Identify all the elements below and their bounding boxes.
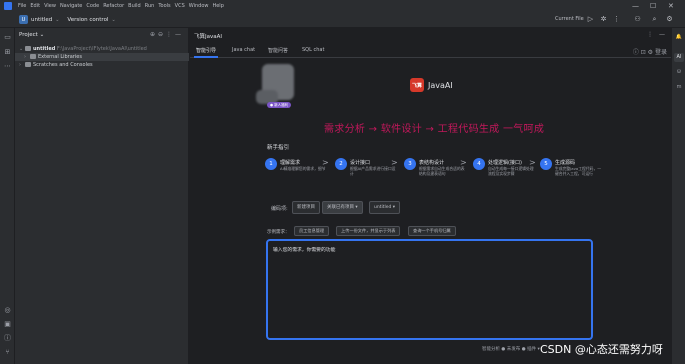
slogan: 需求分析 → 软件设计 → 工程代码生成 一气呵成 — [324, 124, 545, 135]
tab-qa[interactable]: 智能问答 — [268, 47, 288, 54]
menu-help[interactable]: Help — [212, 3, 223, 9]
menu-view[interactable]: View — [44, 3, 56, 9]
menu-bar: File Edit View Navigate Code Refactor Bu… — [0, 0, 685, 12]
plugin-footer-status[interactable]: 智能分析 ● 未发布 ● 插件 ▾ — [482, 346, 540, 352]
right-tool-strip: 🔔 AI ⛁ m — [671, 28, 685, 364]
project-badge[interactable]: U — [19, 15, 28, 24]
project-panel-title[interactable]: Project ⌄ — [19, 32, 44, 38]
menu-navigate[interactable]: Navigate — [60, 3, 82, 9]
step-desc: 生成完整Java工程代码，一键合并入工程，可运行 — [555, 166, 601, 176]
new-project-option[interactable]: 新建项目 — [292, 201, 320, 214]
example-chip[interactable]: 上传一份文件，并显示于列表 — [336, 226, 401, 236]
example-chip[interactable]: 员工信息管理 — [294, 226, 330, 236]
step-desc: AI精准理解您的需求，细节 — [280, 166, 326, 171]
step-desc: 根据需求自动生成合适的表结构及建表语句 — [419, 166, 465, 176]
version-control[interactable]: Version control — [67, 17, 108, 23]
csdn-watermark: CSDN @心态还需努力呀 — [540, 343, 663, 356]
project-panel: Project ⌄ ⊕⊖⋮— ⌄ untitled F:\JavaProject\… — [15, 28, 189, 364]
menu-window[interactable]: Window — [189, 3, 209, 9]
run-config-selector[interactable]: Current File — [555, 16, 584, 22]
notifications-icon[interactable]: 🔔 — [674, 33, 684, 42]
search-icon[interactable]: ⌕ — [650, 15, 659, 24]
javaai-plugin-panel: 飞算JavaAI ⋮ — 智能引导 Java chat 智能问答 SQL cha… — [190, 28, 671, 364]
step-arrow-icon: > — [391, 158, 398, 167]
tree-row-external-libraries[interactable]: › External Libraries — [15, 53, 189, 61]
menu-vcs[interactable]: VCS — [175, 3, 185, 9]
chevron-down-icon[interactable]: ⌄ — [55, 17, 59, 23]
tab-java-chat[interactable]: Java chat — [232, 47, 255, 53]
services-icon[interactable]: ◎ — [3, 306, 12, 315]
close-button[interactable]: ✕ — [668, 2, 674, 10]
title-bar: U untitled ⌄ Version control ⌄ Current F… — [0, 12, 685, 28]
maven-icon[interactable]: m — [674, 83, 684, 92]
tab-smart-guide[interactable]: 智能引导 — [196, 47, 216, 54]
terminal-icon[interactable]: ▣ — [3, 320, 12, 329]
more-icon[interactable]: ⋮ — [612, 15, 621, 24]
javaai-plugin-icon[interactable]: AI — [674, 53, 684, 62]
step-number: 5 — [540, 158, 552, 170]
library-icon — [30, 54, 36, 59]
minimize-button[interactable]: — — [632, 2, 639, 10]
example-chip[interactable]: 查询一个手机号归属 — [408, 226, 456, 236]
database-icon[interactable]: ⛁ — [674, 68, 684, 77]
step-arrow-icon: > — [322, 158, 329, 167]
chevron-down-icon[interactable]: ⌄ — [111, 17, 115, 23]
plugin-title: 飞算JavaAI — [194, 34, 223, 40]
plugin-panel-actions[interactable]: ⋮ — — [647, 31, 667, 38]
folder-icon[interactable]: ▭ — [3, 33, 12, 42]
problems-icon[interactable]: ⓘ — [3, 334, 12, 343]
step-number: 3 — [404, 158, 416, 170]
step-title: 表结构设计 — [419, 160, 445, 166]
step-desc: 根据AI产品需求进行接口设计 — [350, 166, 396, 176]
requirement-input-placeholder: 输入您的需求，你需要的功能 — [273, 248, 336, 253]
menu-run[interactable]: Run — [145, 3, 155, 9]
menu-code[interactable]: Code — [86, 3, 99, 9]
left-tool-strip: ▭ ⊞ ⋯ ◎ ▣ ⓘ ⑂ — [0, 28, 15, 364]
example-requirements-label: 示例需求： — [267, 230, 290, 235]
guide-title: 新手指引 — [267, 145, 290, 151]
structure-icon[interactable]: ⊞ — [3, 48, 12, 57]
active-tab-indicator — [194, 56, 218, 58]
gear-icon[interactable]: ⚙ — [665, 15, 674, 24]
project-select[interactable]: untitled ▾ — [369, 201, 401, 214]
step-title: 理解需求 — [280, 160, 301, 166]
menu-tools[interactable]: Tools — [158, 3, 170, 9]
run-icon[interactable]: ▷ — [586, 15, 595, 24]
step-title: 处理逻辑(接口) — [488, 160, 522, 166]
project-panel-actions[interactable]: ⊕⊖⋮— — [150, 31, 184, 38]
menu-file[interactable]: File — [18, 3, 26, 9]
scratches-icon — [25, 62, 31, 67]
git-icon[interactable]: ⑂ — [3, 348, 12, 357]
brand-name: JavaAI — [428, 81, 453, 90]
step-arrow-icon: > — [529, 158, 536, 167]
step-title: 生成源码 — [555, 160, 576, 166]
folder-icon — [25, 46, 31, 51]
plugin-tabs: 智能引导 Java chat 智能问答 SQL chat ⓘ ⊡ ⚙ 登录 — [190, 44, 671, 58]
maximize-button[interactable]: ☐ — [650, 2, 656, 10]
plugin-tab-actions[interactable]: ⓘ ⊡ ⚙ 登录 — [633, 47, 667, 56]
tree-row-scratches[interactable]: › Scratches and Consoles — [15, 61, 189, 69]
tab-sql-chat[interactable]: SQL chat — [302, 47, 324, 53]
more-tools-icon[interactable]: ⋯ — [3, 62, 12, 71]
step-arrow-icon: > — [460, 158, 467, 167]
intellij-logo-icon — [4, 2, 12, 10]
step-number: 4 — [473, 158, 485, 170]
menu-refactor[interactable]: Refactor — [103, 3, 124, 9]
tree-row-untitled[interactable]: ⌄ untitled F:\JavaProject\IFlytek\JavaAI\… — [15, 45, 189, 53]
code-option-label: 编码项: — [271, 206, 288, 212]
debug-icon[interactable]: ✲ — [599, 15, 608, 24]
step-title: 设计接口 — [350, 160, 371, 166]
account-icon[interactable]: ⚇ — [633, 15, 642, 24]
step-number: 2 — [335, 158, 347, 170]
step-number: 1 — [265, 158, 277, 170]
menu-edit[interactable]: Edit — [30, 3, 40, 9]
link-existing-project-option[interactable]: 关联已有项目 ▾ — [322, 201, 363, 214]
newbie-benefit-badge[interactable]: ● 新人福利 — [267, 102, 292, 108]
step-desc: 自动生成每一接口逻辑处理流程及实现步骤 — [488, 166, 534, 176]
feisuan-logo: 飞算 — [410, 78, 424, 92]
project-name[interactable]: untitled — [31, 17, 52, 23]
requirement-input[interactable]: 输入您的需求，你需要的功能 — [266, 239, 593, 340]
menu-build[interactable]: Build — [128, 3, 141, 9]
